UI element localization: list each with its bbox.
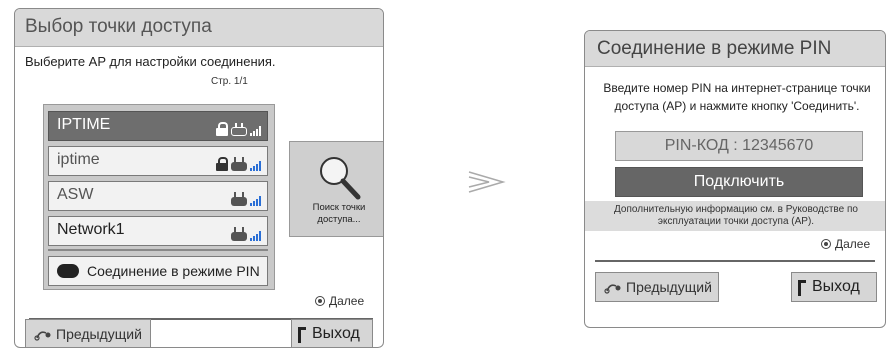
exit-label: Выход <box>812 278 860 295</box>
page-indicator: Стр. 1/1 <box>211 76 248 87</box>
lock-icon <box>216 122 228 136</box>
pin-mode-label: Соединение в режиме PIN <box>87 263 260 279</box>
lock-icon <box>216 157 228 171</box>
previous-button[interactable]: Предыдущий <box>25 319 151 347</box>
router-icon <box>231 123 247 136</box>
ap-name: iptime <box>57 151 100 168</box>
signal-bars-icon <box>250 196 261 206</box>
connect-button[interactable]: Подключить <box>615 167 863 197</box>
back-arrow-icon <box>604 284 621 294</box>
ap-dialog-title: Выбор точки доступа <box>15 9 383 47</box>
ap-item-iptime[interactable]: iptime <box>48 146 268 176</box>
router-icon <box>231 157 247 171</box>
previous-label: Предыдущий <box>626 279 712 295</box>
signal-bars-icon <box>250 126 261 136</box>
search-ap-label: Поиск точки доступа... <box>312 202 366 225</box>
pin-mode-button[interactable]: Соединение в режиме PIN <box>48 256 268 286</box>
info-note: Дополнительную информацию см. в Руководс… <box>585 201 885 231</box>
ap-select-dialog: Выбор точки доступа Выберите AP для наст… <box>14 8 384 348</box>
pin-dialog-title: Соединение в режиме PIN <box>585 31 885 67</box>
next-label: Далее <box>329 294 365 308</box>
exit-button[interactable]: Выход <box>291 319 373 347</box>
exit-button[interactable]: Выход <box>791 272 877 302</box>
ap-item-network1[interactable]: Network1 <box>48 216 268 246</box>
search-icon <box>320 157 361 200</box>
ok-button-icon <box>821 239 831 249</box>
ok-button-icon <box>315 296 325 306</box>
pin-dialog-instruction: Введите номер PIN на интернет-странице т… <box>603 81 871 113</box>
signal-bars-icon <box>250 231 261 241</box>
next-label: Далее <box>835 237 871 251</box>
ap-name: Network1 <box>57 221 125 238</box>
exit-icon <box>798 280 806 296</box>
search-ap-button[interactable]: Поиск точки доступа... <box>289 141 383 237</box>
ap-name: IPTIME <box>57 116 111 133</box>
back-arrow-icon <box>34 331 51 341</box>
previous-label: Предыдущий <box>56 326 142 342</box>
previous-button[interactable]: Предыдущий <box>595 272 719 302</box>
pin-code-display: PIN-КОД : 12345670 <box>615 131 863 161</box>
next-hint: Далее <box>315 294 364 308</box>
router-icon <box>231 192 247 206</box>
transition-arrow-icon <box>468 171 506 193</box>
ap-item-asw[interactable]: ASW <box>48 181 268 211</box>
router-icon <box>231 227 247 241</box>
next-hint: Далее <box>821 237 870 251</box>
ap-dialog-instruction: Выберите AP для настройки соединения. <box>25 54 276 69</box>
signal-bars-icon <box>250 161 261 171</box>
color-key-icon <box>57 264 79 278</box>
ap-name: ASW <box>57 186 94 203</box>
ap-item-iptime-upper[interactable]: IPTIME <box>48 111 268 141</box>
footer-divider <box>595 260 875 262</box>
ap-list: IPTIME iptime ASW Network1 Соединение в … <box>43 104 275 290</box>
list-divider <box>48 249 268 251</box>
pin-connect-dialog: Соединение в режиме PIN Введите номер PI… <box>584 30 886 328</box>
exit-icon <box>298 327 306 343</box>
exit-label: Выход <box>312 325 360 342</box>
